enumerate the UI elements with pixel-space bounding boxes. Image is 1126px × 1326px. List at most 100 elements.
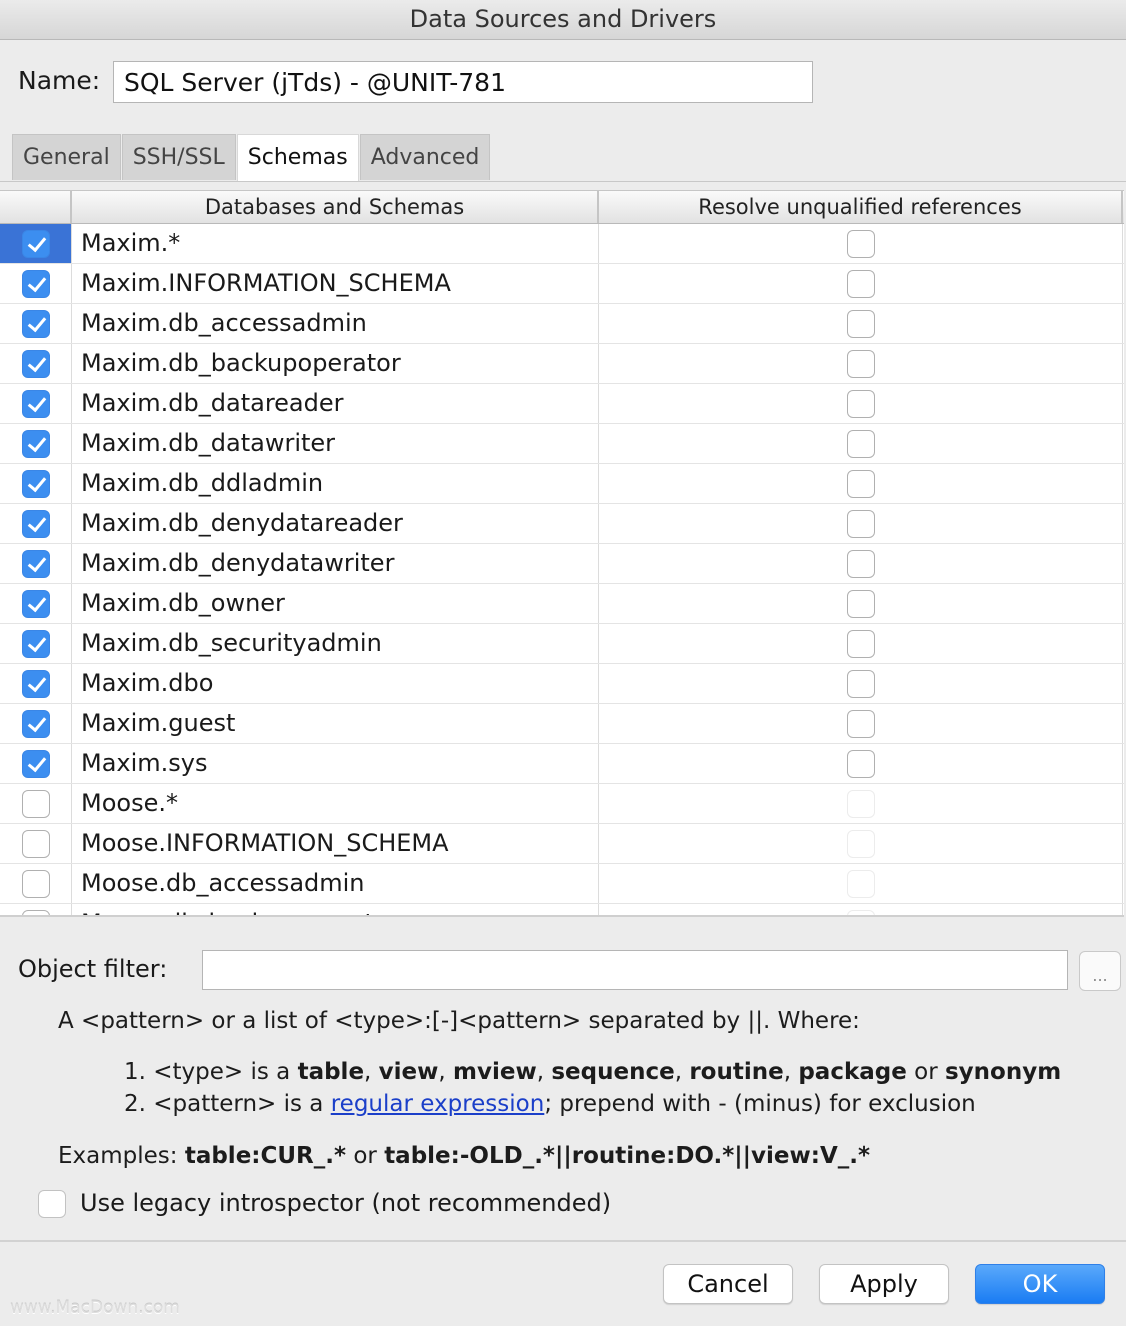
schema-name: Maxim.dbo [72,664,599,703]
resolve-checkbox-icon[interactable] [847,630,875,658]
include-cell [0,344,72,383]
include-cell [0,824,72,863]
checked-checkbox-icon[interactable] [22,630,50,658]
help-item-2-prefix: 2. <pattern> is a [124,1091,331,1117]
legacy-introspector-checkbox[interactable] [38,1190,66,1218]
tab-general[interactable]: General [12,134,121,180]
schema-name: Maxim.db_denydatareader [72,504,599,543]
help-item-1-prefix: 1. <type> is a [124,1059,298,1085]
checked-checkbox-icon[interactable] [22,510,50,538]
table-row[interactable]: Maxim.db_datawriter [0,424,1124,464]
resolve-checkbox-icon[interactable] [847,590,875,618]
include-cell [0,664,72,703]
help-type: synonym [945,1059,1061,1085]
checked-checkbox-icon[interactable] [22,230,50,258]
help-item-2: 2. <pattern> is a regular expression; pr… [124,1091,976,1117]
unchecked-checkbox-icon[interactable] [22,790,50,818]
legacy-introspector-label[interactable]: Use legacy introspector (not recommended… [80,1189,611,1217]
schema-name: Moose.db_backupoperator [72,904,599,917]
table-header: Databases and Schemas Resolve unqualifie… [0,190,1124,224]
resolve-checkbox-icon[interactable] [847,310,875,338]
help-comma: , [675,1059,690,1085]
tab-advanced[interactable]: Advanced [360,134,491,180]
column-header-check[interactable] [0,191,72,223]
unchecked-checkbox-icon[interactable] [22,870,50,898]
column-header-resolve[interactable]: Resolve unqualified references [599,191,1123,223]
help-type: table [298,1059,364,1085]
checked-checkbox-icon[interactable] [22,270,50,298]
table-row[interactable]: Maxim.db_accessadmin [0,304,1124,344]
checked-checkbox-icon[interactable] [22,710,50,738]
checked-checkbox-icon[interactable] [22,310,50,338]
table-row[interactable]: Maxim.db_securityadmin [0,624,1124,664]
table-row[interactable]: Maxim.* [0,224,1124,264]
table-row[interactable]: Maxim.sys [0,744,1124,784]
table-row[interactable]: Maxim.db_backupoperator [0,344,1124,384]
table-row[interactable]: Maxim.db_owner [0,584,1124,624]
column-header-databases[interactable]: Databases and Schemas [72,191,599,223]
resolve-checkbox-icon[interactable] [847,510,875,538]
object-filter-input[interactable] [202,950,1068,990]
table-row[interactable]: Maxim.db_denydatareader [0,504,1124,544]
checked-checkbox-icon[interactable] [22,430,50,458]
resolve-checkbox-icon[interactable] [847,430,875,458]
table-row[interactable]: Moose.* [0,784,1124,824]
resolve-checkbox-icon[interactable] [847,470,875,498]
apply-button[interactable]: Apply [819,1264,949,1304]
table-row[interactable]: Maxim.db_denydatawriter [0,544,1124,584]
include-cell [0,864,72,903]
checked-checkbox-icon[interactable] [22,750,50,778]
resolve-checkbox-icon[interactable] [847,710,875,738]
ok-button[interactable]: OK [975,1264,1105,1304]
table-row[interactable]: Moose.db_backupoperator [0,904,1124,917]
include-cell [0,464,72,503]
schema-name: Maxim.db_accessadmin [72,304,599,343]
resolve-checkbox-icon[interactable] [847,350,875,378]
table-row[interactable]: Moose.db_accessadmin [0,864,1124,904]
resolve-checkbox-icon [847,790,875,818]
tab-divider [0,181,1126,182]
table-row[interactable]: Maxim.guest [0,704,1124,744]
object-filter-browse-button[interactable]: ... [1079,951,1121,991]
include-cell [0,384,72,423]
include-cell [0,624,72,663]
checked-checkbox-icon[interactable] [22,550,50,578]
cancel-button[interactable]: Cancel [663,1264,793,1304]
checked-checkbox-icon[interactable] [22,350,50,378]
checked-checkbox-icon[interactable] [22,470,50,498]
resolve-cell [599,624,1123,663]
unchecked-checkbox-icon[interactable] [22,830,50,858]
schemas-table[interactable]: Databases and Schemas Resolve unqualifie… [0,190,1124,917]
resolve-checkbox-icon[interactable] [847,750,875,778]
resolve-checkbox-icon[interactable] [847,230,875,258]
resolve-checkbox-icon[interactable] [847,550,875,578]
checked-checkbox-icon[interactable] [22,590,50,618]
table-row[interactable]: Maxim.INFORMATION_SCHEMA [0,264,1124,304]
resolve-cell [599,664,1123,703]
include-cell [0,224,72,263]
regular-expression-link[interactable]: regular expression [331,1091,545,1117]
help-type: view [379,1059,439,1085]
schema-name: Maxim.db_datawriter [72,424,599,463]
checked-checkbox-icon[interactable] [22,390,50,418]
resolve-checkbox-icon[interactable] [847,390,875,418]
tab-schemas[interactable]: Schemas [237,134,359,182]
name-input[interactable] [113,61,813,103]
include-cell [0,584,72,623]
example-2: table:-OLD_.*||routine:DO.*||view:V_.* [384,1143,870,1169]
resolve-checkbox-icon[interactable] [847,670,875,698]
checked-checkbox-icon[interactable] [22,670,50,698]
table-row[interactable]: Maxim.db_ddladmin [0,464,1124,504]
table-row[interactable]: Moose.INFORMATION_SCHEMA [0,824,1124,864]
window-title: Data Sources and Drivers [0,0,1126,40]
unchecked-checkbox-icon[interactable] [22,910,50,918]
resolve-checkbox-icon[interactable] [847,270,875,298]
table-row[interactable]: Maxim.dbo [0,664,1124,704]
schema-name: Moose.* [72,784,599,823]
examples-or: or [346,1143,384,1169]
schema-name: Maxim.db_backupoperator [72,344,599,383]
include-cell [0,424,72,463]
resolve-cell [599,544,1123,583]
table-row[interactable]: Maxim.db_datareader [0,384,1124,424]
tab-ssh-ssl[interactable]: SSH/SSL [122,134,236,180]
